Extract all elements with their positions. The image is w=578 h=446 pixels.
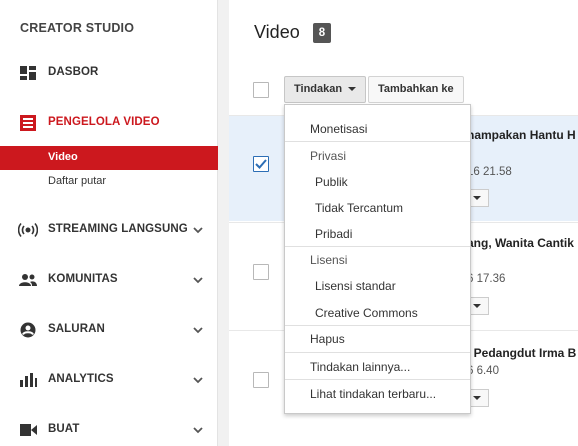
menu-divider <box>285 379 470 380</box>
sidebar-item-create[interactable]: BUAT <box>0 415 218 445</box>
row-checkbox[interactable] <box>253 372 269 388</box>
menu-item-delete[interactable]: Hapus <box>285 327 470 351</box>
analytics-icon <box>20 373 37 387</box>
row-checkbox[interactable] <box>253 264 269 280</box>
sidebar-item-label: STREAMING LANGSUNG <box>48 223 188 235</box>
sidebar-subitem-label: Video <box>48 151 78 163</box>
sidebar-item-label: KOMUNITAS <box>48 273 118 285</box>
live-stream-icon <box>18 222 38 238</box>
sidebar: CREATOR STUDIO DASBOR PENGELOLA VIDEO Vi… <box>0 0 218 446</box>
video-title[interactable]: nampakan Hantu H <box>467 128 576 142</box>
sidebar-subitem-playlists[interactable]: Daftar putar <box>0 170 218 194</box>
page-title: Video <box>254 22 300 42</box>
sidebar-item-live-streaming[interactable]: STREAMING LANGSUNG <box>0 215 218 245</box>
sidebar-item-label: PENGELOLA VIDEO <box>48 116 160 128</box>
menu-item-monetize[interactable]: Monetisasi <box>285 117 470 141</box>
chevron-down-icon[interactable] <box>192 324 204 336</box>
add-to-button[interactable]: Tambahkan ke <box>368 76 464 103</box>
menu-section-privacy: Privasi <box>310 149 347 163</box>
menu-item-recent-actions[interactable]: Lihat tindakan terbaru... <box>285 382 470 406</box>
actions-button[interactable]: Tindakan <box>284 76 367 103</box>
chevron-down-icon[interactable] <box>192 424 204 436</box>
row-checkbox[interactable] <box>253 156 269 172</box>
video-timestamp: 6 17.36 <box>467 273 506 285</box>
sidebar-item-label: BUAT <box>48 423 80 435</box>
chevron-down-icon[interactable] <box>192 374 204 386</box>
create-video-icon <box>20 424 37 436</box>
caret-down-icon <box>348 87 357 92</box>
menu-divider <box>285 352 470 353</box>
video-title[interactable]: i Pedangdut Irma B <box>467 346 576 360</box>
channel-icon <box>20 322 36 338</box>
community-icon <box>19 274 37 286</box>
video-title[interactable]: ang, Wanita Cantik <box>467 236 574 250</box>
menu-item-creative-commons[interactable]: Creative Commons <box>285 301 470 325</box>
menu-divider <box>285 246 470 247</box>
sidebar-item-label: ANALYTICS <box>48 373 114 385</box>
sidebar-item-community[interactable]: KOMUNITAS <box>0 265 218 295</box>
sidebar-item-video-manager[interactable]: PENGELOLA VIDEO <box>0 108 218 138</box>
actions-button-label: Tindakan <box>294 83 343 95</box>
chevron-down-icon[interactable] <box>192 274 204 286</box>
dashboard-icon <box>20 66 36 80</box>
video-timestamp: 16 21.58 <box>467 166 512 178</box>
menu-item-public[interactable]: Publik <box>285 170 470 194</box>
sidebar-item-label: DASBOR <box>48 66 99 78</box>
menu-item-standard-license[interactable]: Lisensi standar <box>285 274 470 298</box>
select-all-checkbox[interactable] <box>253 82 269 98</box>
menu-divider <box>285 141 470 142</box>
sidebar-item-dashboard[interactable]: DASBOR <box>0 58 218 88</box>
sidebar-title: CREATOR STUDIO <box>20 21 135 35</box>
menu-divider <box>285 325 470 326</box>
menu-item-unlisted[interactable]: Tidak Tercantum <box>285 196 470 220</box>
actions-dropdown-menu: Monetisasi Privasi Publik Tidak Tercantu… <box>284 104 471 414</box>
chevron-down-icon[interactable] <box>192 224 204 236</box>
sidebar-subitem-label: Daftar putar <box>48 175 107 187</box>
menu-section-license: Lisensi <box>310 253 348 267</box>
sidebar-subitem-video[interactable]: Video <box>0 146 218 170</box>
sidebar-item-channel[interactable]: SALURAN <box>0 315 218 345</box>
checkmark-icon <box>255 159 267 169</box>
video-manager-icon <box>20 115 36 131</box>
sidebar-item-label: SALURAN <box>48 323 105 335</box>
menu-item-private[interactable]: Pribadi <box>285 222 470 246</box>
menu-item-more-actions[interactable]: Tindakan lainnya... <box>285 355 470 379</box>
video-timestamp: 6 6.40 <box>467 365 499 377</box>
video-count-badge: 8 <box>313 23 331 43</box>
sidebar-item-analytics[interactable]: ANALYTICS <box>0 365 218 395</box>
